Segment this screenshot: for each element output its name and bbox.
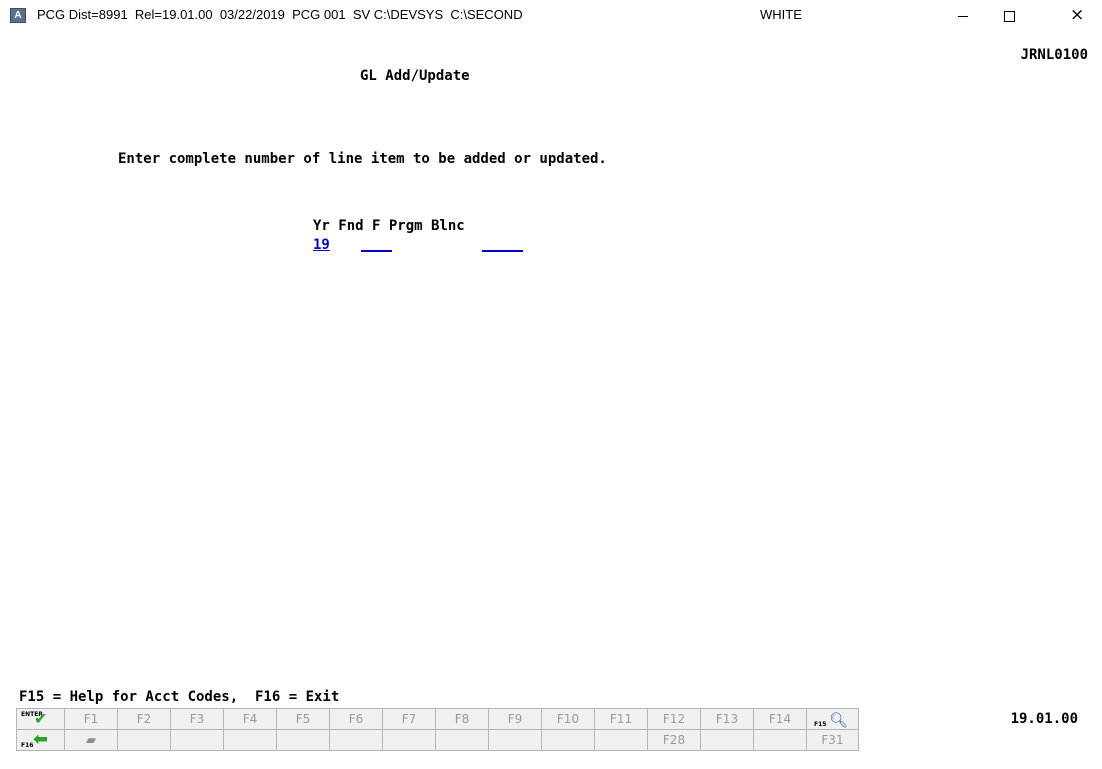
app-icon[interactable]: A (10, 8, 26, 23)
f16-label: F16 (21, 742, 34, 749)
screen-title: GL Add/Update (360, 68, 470, 84)
account-column-headers: Yr Fnd F Prgm Blnc (313, 218, 465, 234)
maximize-button[interactable] (986, 0, 1032, 31)
f26-button[interactable] (541, 729, 595, 751)
fund-field[interactable] (361, 250, 392, 252)
function-key-bar: ENTER ✔ F1 F2 F3 F4 F5 F6 F7 F8 F9 F10 F… (16, 708, 859, 751)
print-button[interactable]: ▰ (64, 729, 118, 751)
maximize-icon (1004, 11, 1015, 22)
f20-button[interactable] (223, 729, 277, 751)
f15-label: F15 (814, 721, 827, 728)
f27-button[interactable] (594, 729, 648, 751)
f29-button[interactable] (700, 729, 754, 751)
f30-button[interactable] (753, 729, 807, 751)
balance-field[interactable] (482, 250, 523, 252)
window-title: PCG Dist=8991 Rel=19.01.00 03/22/2019 PC… (37, 7, 523, 22)
f9-button[interactable]: F9 (488, 708, 542, 730)
f14-button[interactable]: F14 (753, 708, 807, 730)
screen-id: JRNL0100 (1020, 47, 1088, 63)
f15-help-button[interactable]: F15 🔍︎ (806, 708, 859, 730)
close-button[interactable]: × (1056, 0, 1102, 31)
version-label: 19.01.00 (1010, 711, 1078, 727)
f4-button[interactable]: F4 (223, 708, 277, 730)
f7-button[interactable]: F7 (382, 708, 436, 730)
function-key-help: F15 = Help for Acct Codes, F16 = Exit (19, 689, 340, 705)
f6-button[interactable]: F6 (329, 708, 383, 730)
f22-button[interactable] (329, 729, 383, 751)
f13-button[interactable]: F13 (700, 708, 754, 730)
f10-button[interactable]: F10 (541, 708, 595, 730)
year-field[interactable]: 19 (313, 237, 330, 253)
f16-exit-button[interactable]: F16 ⬅ (16, 729, 65, 751)
f28-button[interactable]: F28 (647, 729, 701, 751)
magnifier-icon: 🔍︎ (829, 711, 849, 729)
f1-button[interactable]: F1 (64, 708, 118, 730)
close-icon: × (1070, 5, 1085, 25)
f5-button[interactable]: F5 (276, 708, 330, 730)
checkmark-icon: ✔ (34, 709, 48, 728)
printer-icon: ▰ (86, 732, 96, 748)
enter-button[interactable]: ENTER ✔ (16, 708, 65, 730)
minimize-button[interactable] (940, 0, 986, 31)
f24-button[interactable] (435, 729, 489, 751)
f11-button[interactable]: F11 (594, 708, 648, 730)
f3-button[interactable]: F3 (170, 708, 224, 730)
f31-button[interactable]: F31 (806, 729, 859, 751)
f8-button[interactable]: F8 (435, 708, 489, 730)
f18-button[interactable] (117, 729, 171, 751)
window-title-user: WHITE (760, 7, 802, 22)
f19-button[interactable] (170, 729, 224, 751)
f12-button[interactable]: F12 (647, 708, 701, 730)
f21-button[interactable] (276, 729, 330, 751)
minimize-icon (958, 16, 968, 17)
exit-arrow-icon: ⬅ (33, 729, 49, 750)
f23-button[interactable] (382, 729, 436, 751)
f2-button[interactable]: F2 (117, 708, 171, 730)
f25-button[interactable] (488, 729, 542, 751)
window-titlebar: A PCG Dist=8991 Rel=19.01.00 03/22/2019 … (0, 0, 1102, 31)
instruction-prompt: Enter complete number of line item to be… (118, 151, 607, 167)
